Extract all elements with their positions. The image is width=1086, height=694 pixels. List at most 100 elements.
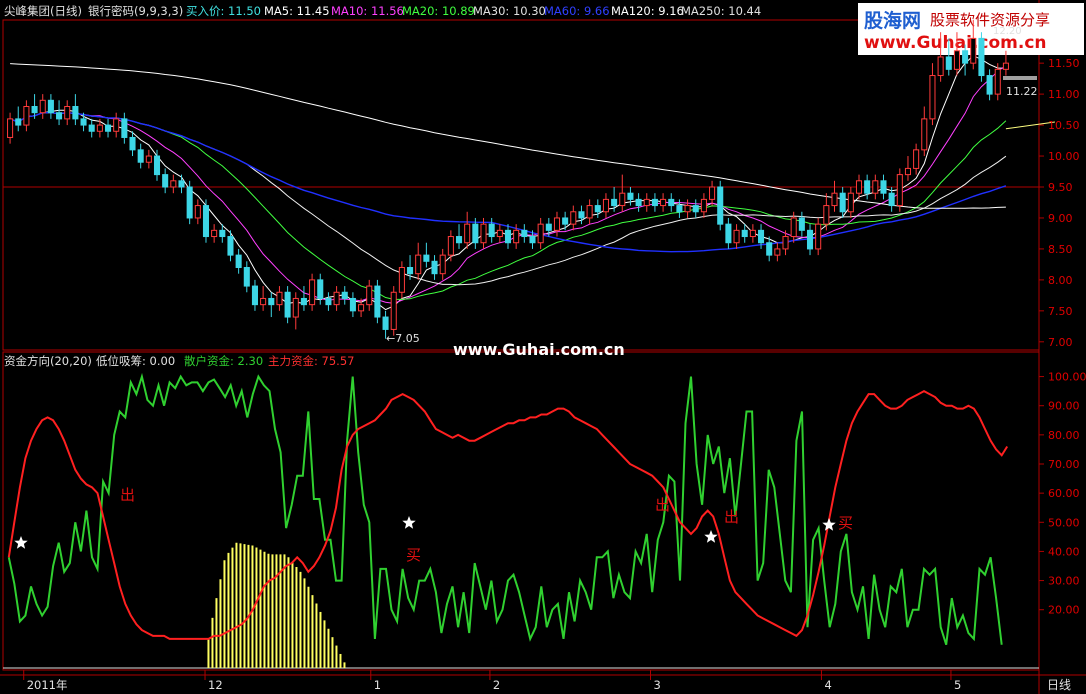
candle-body[interactable] bbox=[39, 99, 46, 114]
candle-body[interactable] bbox=[986, 75, 993, 95]
candle-body[interactable] bbox=[366, 285, 373, 306]
candle-body[interactable] bbox=[64, 106, 71, 120]
candle-body[interactable] bbox=[325, 297, 332, 306]
candle-body[interactable] bbox=[47, 99, 54, 114]
candle-body[interactable] bbox=[668, 198, 675, 207]
candle-body[interactable] bbox=[162, 174, 169, 188]
candle-body[interactable] bbox=[202, 205, 210, 238]
candle-body[interactable] bbox=[864, 180, 871, 194]
candle-body[interactable] bbox=[121, 118, 128, 138]
candle-body[interactable] bbox=[627, 192, 634, 200]
candle-body[interactable] bbox=[888, 192, 895, 207]
candle-body[interactable] bbox=[284, 291, 291, 318]
candle-body[interactable] bbox=[962, 50, 969, 64]
candle-body[interactable] bbox=[423, 254, 430, 262]
candle-body[interactable] bbox=[219, 229, 226, 238]
stock-chart[interactable]: 尖峰集团(日线) 银行密码(9,9,3,3) 买入价: 11.50 MA5: 1… bbox=[0, 0, 1086, 694]
candle-body[interactable] bbox=[945, 56, 952, 70]
candle-body[interactable] bbox=[880, 180, 887, 194]
candle-body[interactable] bbox=[145, 155, 152, 163]
candle-body[interactable] bbox=[545, 223, 552, 231]
candle-body[interactable] bbox=[374, 285, 381, 318]
candle-body[interactable] bbox=[823, 205, 830, 225]
candle-body[interactable] bbox=[243, 267, 250, 287]
candle-body[interactable] bbox=[398, 267, 405, 293]
candle-body[interactable] bbox=[594, 205, 601, 213]
candle-body[interactable] bbox=[643, 198, 650, 207]
candle-body[interactable] bbox=[407, 267, 414, 275]
candle-body[interactable] bbox=[260, 297, 267, 306]
candle-body[interactable] bbox=[211, 229, 218, 238]
candle-body[interactable] bbox=[847, 192, 854, 213]
candle-body[interactable] bbox=[1002, 62, 1009, 70]
candle-body[interactable] bbox=[553, 217, 561, 231]
candle-body[interactable] bbox=[178, 180, 185, 188]
candle-body[interactable] bbox=[872, 180, 879, 194]
candle-body[interactable] bbox=[382, 316, 389, 330]
candle-body[interactable] bbox=[227, 236, 234, 256]
candle-body[interactable] bbox=[855, 180, 863, 194]
candle-body[interactable] bbox=[194, 205, 201, 219]
candle-body[interactable] bbox=[758, 229, 765, 244]
candle-body[interactable] bbox=[994, 68, 1001, 95]
candle-body[interactable] bbox=[31, 106, 38, 114]
candle-body[interactable] bbox=[129, 136, 136, 151]
candle-body[interactable] bbox=[529, 236, 536, 244]
candle-body[interactable] bbox=[790, 217, 797, 238]
candle-body[interactable] bbox=[586, 205, 593, 219]
candle-body[interactable] bbox=[709, 186, 716, 200]
candle-body[interactable] bbox=[896, 174, 903, 207]
candle-body[interactable] bbox=[619, 192, 626, 207]
candlesticks[interactable] bbox=[7, 19, 1009, 339]
candle-body[interactable] bbox=[390, 291, 397, 330]
candle-body[interactable] bbox=[23, 106, 30, 126]
candle-body[interactable] bbox=[276, 291, 283, 306]
candle-body[interactable] bbox=[309, 279, 316, 306]
candle-body[interactable] bbox=[504, 229, 512, 244]
candle-body[interactable] bbox=[684, 205, 691, 213]
candle-body[interactable] bbox=[15, 118, 22, 126]
candle-body[interactable] bbox=[341, 291, 348, 299]
candle-body[interactable] bbox=[562, 217, 569, 225]
candle-body[interactable] bbox=[472, 223, 479, 244]
candle-body[interactable] bbox=[56, 112, 63, 120]
candle-body[interactable] bbox=[815, 223, 822, 250]
candle-body[interactable] bbox=[913, 149, 920, 169]
candle-body[interactable] bbox=[113, 118, 120, 132]
candle-body[interactable] bbox=[700, 198, 707, 213]
candle-body[interactable] bbox=[170, 180, 177, 188]
candle-body[interactable] bbox=[578, 211, 585, 219]
candle-body[interactable] bbox=[676, 205, 683, 213]
candle-body[interactable] bbox=[806, 229, 814, 250]
candle-body[interactable] bbox=[717, 186, 724, 225]
candle-body[interactable] bbox=[651, 198, 658, 207]
candle-body[interactable] bbox=[978, 37, 985, 77]
candle-body[interactable] bbox=[358, 304, 365, 312]
candle-body[interactable] bbox=[798, 217, 805, 231]
candle-body[interactable] bbox=[733, 229, 740, 244]
candle-body[interactable] bbox=[268, 297, 275, 306]
candle-body[interactable] bbox=[186, 186, 193, 219]
candle-body[interactable] bbox=[602, 198, 609, 213]
candle-body[interactable] bbox=[749, 229, 756, 238]
candle-body[interactable] bbox=[741, 229, 748, 238]
candle-body[interactable] bbox=[251, 285, 258, 306]
candle-body[interactable] bbox=[235, 254, 242, 269]
candle-body[interactable] bbox=[692, 205, 699, 213]
candle-body[interactable] bbox=[431, 260, 438, 275]
candle-body[interactable] bbox=[72, 106, 79, 120]
candle-body[interactable] bbox=[537, 223, 544, 244]
candle-body[interactable] bbox=[455, 236, 463, 244]
candle-body[interactable] bbox=[488, 223, 495, 238]
candle-body[interactable] bbox=[300, 297, 307, 306]
candle-body[interactable] bbox=[611, 198, 618, 207]
candle-body[interactable] bbox=[7, 118, 14, 138]
candle-body[interactable] bbox=[88, 124, 95, 132]
candle-body[interactable] bbox=[635, 198, 642, 207]
candle-body[interactable] bbox=[766, 242, 773, 256]
candle-body[interactable] bbox=[137, 149, 144, 163]
candle-body[interactable] bbox=[782, 236, 789, 250]
candle-body[interactable] bbox=[660, 198, 667, 207]
candle-body[interactable] bbox=[970, 37, 977, 64]
candle-body[interactable] bbox=[839, 192, 846, 213]
